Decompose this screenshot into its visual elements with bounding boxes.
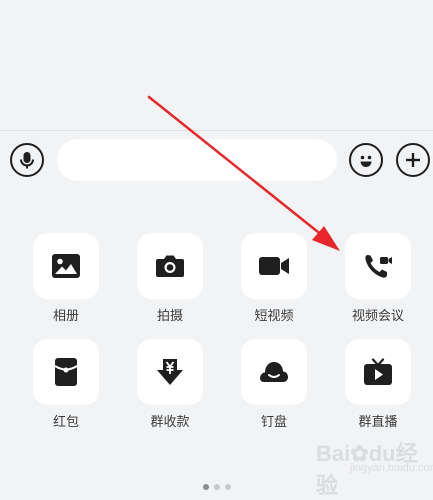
tile-icon-box	[137, 339, 203, 405]
tile-red-packet[interactable]: 红包	[14, 339, 118, 439]
tile-label: 视频会议	[351, 309, 404, 324]
page-dot[interactable]	[203, 484, 209, 490]
red-packet-icon	[54, 358, 78, 386]
tile-label: 相册	[52, 309, 79, 324]
tile-icon-box	[345, 339, 411, 405]
live-tv-icon	[364, 358, 392, 385]
emoji-button[interactable]	[349, 143, 383, 177]
watermark: Bai✿du经验 jingyan.baidu.com	[316, 434, 433, 498]
video-icon	[259, 257, 289, 275]
tile-camera[interactable]: 拍摄	[118, 233, 222, 333]
input-bar	[0, 131, 433, 191]
tile-group-live[interactable]: 群直播	[326, 339, 430, 439]
tile-icon-box	[241, 339, 307, 405]
tile-video-meeting[interactable]: 视频会议	[326, 233, 430, 333]
tile-photo-album[interactable]: 相册	[14, 233, 118, 333]
page-indicator	[203, 484, 231, 490]
tile-label: 钉盘	[260, 415, 287, 430]
tile-group-collect[interactable]: 群收款	[118, 339, 222, 439]
more-button[interactable]	[396, 143, 430, 177]
watermark-url: jingyan.baidu.com	[350, 462, 433, 474]
tile-short-video[interactable]: 短视频	[222, 233, 326, 333]
message-input[interactable]	[57, 139, 337, 181]
watermark-logo: Bai	[316, 441, 351, 466]
tile-icon-box	[345, 233, 411, 299]
tile-icon-box	[33, 233, 99, 299]
tile-cloud-disk[interactable]: 钉盘	[222, 339, 326, 439]
voice-button[interactable]	[10, 143, 44, 177]
tile-label: 短视频	[254, 309, 294, 324]
smiley-icon	[360, 155, 372, 167]
page-dot[interactable]	[214, 484, 220, 490]
page-dot[interactable]	[225, 484, 231, 490]
image-icon	[52, 254, 80, 278]
tile-label: 群直播	[358, 415, 398, 430]
tile-icon-box	[241, 233, 307, 299]
microphone-icon	[20, 152, 34, 169]
tile-icon-box	[33, 339, 99, 405]
plus-icon	[406, 153, 420, 167]
video-call-icon	[365, 255, 392, 278]
camera-icon	[156, 255, 184, 277]
tile-label: 红包	[52, 415, 79, 430]
tile-label: 群收款	[150, 415, 190, 430]
chat-message-area	[0, 0, 433, 130]
tile-label: 拍摄	[156, 309, 183, 324]
cloud-disk-icon	[260, 362, 288, 382]
yuan-collect-icon	[157, 359, 183, 385]
tile-icon-box	[137, 233, 203, 299]
